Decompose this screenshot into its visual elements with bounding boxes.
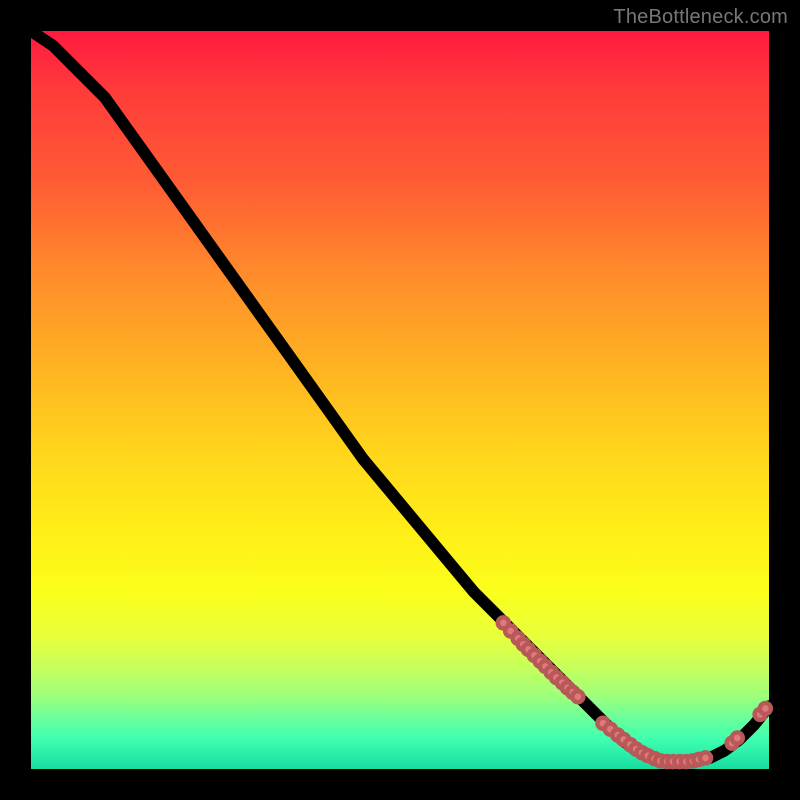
watermark-text: TheBottleneck.com xyxy=(613,6,788,29)
plot-area xyxy=(31,31,769,769)
data-dot xyxy=(572,691,583,702)
curve-layer xyxy=(31,31,769,769)
bottleneck-curve xyxy=(31,31,769,762)
data-dots xyxy=(498,617,771,767)
data-dot xyxy=(700,752,711,763)
data-dot xyxy=(732,732,743,743)
data-dot xyxy=(760,703,771,714)
chart-frame: TheBottleneck.com xyxy=(0,0,800,800)
